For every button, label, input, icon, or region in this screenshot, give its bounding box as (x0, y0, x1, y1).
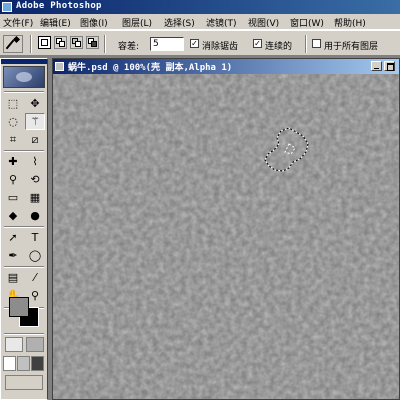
contiguous-label: 连续的 (265, 42, 293, 52)
app-title: Adobe Photoshop (16, 1, 102, 11)
antialias-label: 消除锯齿 (202, 42, 239, 52)
eyedropper-tool-icon[interactable]: ⁄ (25, 269, 45, 286)
subtract-selection-icon-b (75, 41, 81, 47)
options-separator (305, 35, 307, 53)
full-screen-menu-mode-button[interactable] (17, 356, 30, 371)
move-tool-icon[interactable]: ✥ (25, 95, 45, 112)
new-selection-icon (41, 39, 48, 46)
menu-help[interactable]: 帮助(H) (334, 16, 366, 29)
lasso-tool-icon[interactable]: ◌ (3, 113, 23, 130)
minimize-button[interactable] (371, 61, 382, 71)
subtract-from-selection-button[interactable] (70, 36, 83, 49)
menu-bar: 文件(F) 编辑(E) 图像(I) 图层(L) 选择(S) 滤镜(T) 视图(V… (0, 14, 400, 30)
menu-window[interactable]: 窗口(W) (290, 16, 324, 29)
pen-tool-icon[interactable]: ✒ (3, 247, 23, 264)
notes-tool-icon[interactable]: ▤ (3, 269, 23, 286)
shape-tool-icon[interactable]: ◯ (25, 247, 45, 264)
toolbox-separator (4, 91, 44, 93)
brush-tool-icon[interactable]: ⌇ (25, 153, 45, 170)
toolbox-separator (4, 150, 44, 152)
menu-view[interactable]: 视图(V) (248, 16, 279, 29)
adobe-online-logo[interactable] (3, 66, 45, 88)
all-layers-checkbox[interactable] (312, 39, 321, 48)
foreground-color-swatch[interactable] (9, 297, 29, 317)
full-screen-mode-button[interactable] (31, 356, 44, 371)
slice-tool-icon[interactable]: ⧄ (25, 131, 45, 148)
blur-tool-icon[interactable]: ◆ (3, 207, 23, 224)
options-separator (104, 35, 106, 53)
options-bar: 容差: 5 ✓ 消除锯齿 ✓ 连续的 用于所有图层 (0, 30, 400, 56)
contiguous-checkbox[interactable]: ✓ (253, 39, 262, 48)
new-selection-button[interactable] (38, 36, 51, 49)
jump-to-imageready-button[interactable] (5, 375, 43, 390)
magic-wand-icon (5, 39, 15, 50)
canvas-texture (53, 74, 399, 399)
document-icon (55, 62, 64, 71)
marquee-tool-icon[interactable]: ⬚ (3, 95, 23, 112)
wand-sparkle-icon (12, 35, 21, 44)
all-layers-label: 用于所有图层 (324, 42, 379, 52)
antialias-checkbox[interactable]: ✓ (190, 39, 199, 48)
toolbox-separator (4, 226, 44, 228)
type-tool-icon[interactable]: T (25, 229, 45, 246)
standard-mode-button[interactable] (5, 337, 23, 352)
menu-filter[interactable]: 滤镜(T) (206, 16, 237, 29)
clone-stamp-tool-icon[interactable]: ⚲ (3, 171, 23, 188)
intersect-selection-button[interactable] (86, 36, 99, 49)
maximize-button[interactable] (384, 61, 395, 71)
quick-mask-mode-button[interactable] (26, 337, 44, 352)
menu-select[interactable]: 选择(S) (164, 16, 195, 29)
menu-image[interactable]: 图像(I) (80, 16, 108, 29)
crop-tool-icon[interactable]: ⌗ (3, 131, 23, 148)
photoshop-app-icon (2, 2, 12, 12)
dodge-tool-icon[interactable]: ● (25, 207, 45, 224)
image-canvas[interactable] (53, 74, 399, 399)
add-selection-icon-b (59, 41, 65, 47)
magic-wand-tool-icon[interactable]: ⚚ (25, 113, 45, 130)
toolbox-title-bar[interactable] (1, 59, 47, 64)
eraser-tool-icon[interactable]: ▭ (3, 189, 23, 206)
tolerance-input[interactable]: 5 (150, 37, 184, 51)
document-title: 蜗牛.psd @ 100%(壳 副本,Alpha 1) (68, 63, 233, 73)
document-window: 蜗牛.psd @ 100%(壳 副本,Alpha 1) (52, 58, 400, 400)
tolerance-label: 容差: (118, 42, 140, 52)
path-select-tool-icon[interactable]: ➚ (3, 229, 23, 246)
toolbox-separator (4, 333, 44, 335)
menu-layer[interactable]: 图层(L) (122, 16, 152, 29)
healing-tool-icon[interactable]: ✚ (3, 153, 23, 170)
standard-screen-mode-button[interactable] (3, 356, 16, 371)
add-to-selection-button[interactable] (54, 36, 67, 49)
menu-edit[interactable]: 编辑(E) (40, 16, 71, 29)
toolbox-separator (4, 266, 44, 268)
app-title-bar: Adobe Photoshop (0, 0, 400, 14)
document-title-bar[interactable]: 蜗牛.psd @ 100%(壳 副本,Alpha 1) (53, 59, 399, 74)
history-brush-tool-icon[interactable]: ⟲ (25, 171, 45, 188)
gradient-tool-icon[interactable]: ▦ (25, 189, 45, 206)
options-separator (30, 35, 32, 53)
toolbox-panel: ⬚ ✥ ◌ ⚚ ⌗ ⧄ ✚ ⌇ ⚲ ⟲ ▭ ▦ ◆ ● ➚ T ✒ ◯ ▤ ⁄ … (0, 58, 48, 400)
menu-file[interactable]: 文件(F) (3, 16, 33, 29)
tool-preset-picker[interactable] (3, 35, 23, 53)
intersect-selection-icon-b (91, 41, 97, 47)
